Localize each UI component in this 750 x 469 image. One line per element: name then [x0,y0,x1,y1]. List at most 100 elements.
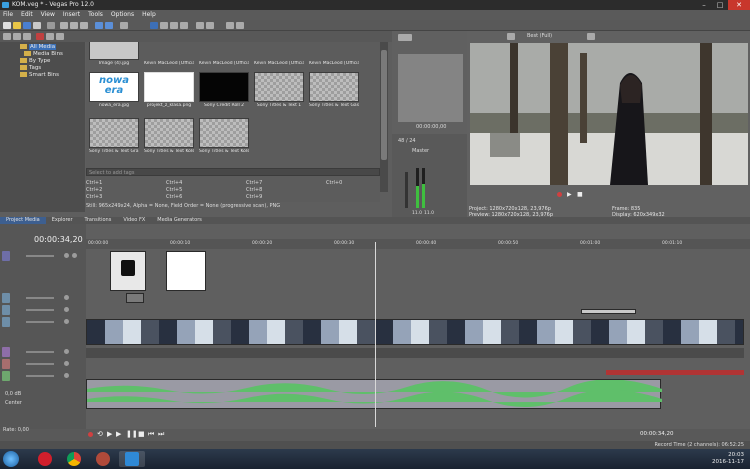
media-item[interactable]: Sony Credit Roll 2 [199,72,249,109]
open-icon[interactable] [13,22,21,29]
start-button[interactable] [3,451,19,467]
preview-fx-icon[interactable] [507,33,515,40]
media-item[interactable]: Sony Titles & Text Kolska [199,118,249,155]
tab-transitions[interactable]: Transitions [79,217,118,224]
trimmer-dropdown-icon[interactable] [398,34,412,41]
timeline-clip[interactable] [166,251,206,291]
render-icon[interactable] [47,22,55,29]
play-icon[interactable]: ▶ [567,192,572,198]
record-icon[interactable] [88,432,93,437]
undo-icon[interactable] [95,22,103,29]
tags-input[interactable]: Select to add tags [86,168,380,176]
menu-insert[interactable]: Insert [63,10,80,20]
taskbar-opera[interactable] [32,451,58,467]
audio-clip[interactable] [86,379,662,409]
media-item-selected[interactable]: projekt_z_klasa.png [144,72,194,109]
capture-icon[interactable] [13,33,21,40]
timeline-clip[interactable] [581,309,636,314]
save-icon[interactable] [23,22,31,29]
stop-icon[interactable]: ■ [138,430,145,438]
close-icon[interactable]: ✕ [728,0,750,10]
track-header-video-1[interactable] [2,250,85,262]
track-header-audio[interactable] [2,370,85,382]
cut-icon[interactable] [60,22,68,29]
media-item[interactable]: Sony Titles & Text Gra Miejska [89,118,139,155]
menu-view[interactable]: View [41,10,55,20]
tree-item-media-bins[interactable]: Media Bins [24,51,63,58]
go-to-end-icon[interactable]: ⏭ [158,430,164,439]
track-header-video-3[interactable] [2,304,85,316]
crossfade-icon[interactable] [236,22,244,29]
play-from-start-icon[interactable]: ▶ [107,430,112,438]
import-media-icon[interactable] [3,33,11,40]
ignore-grouping-icon[interactable] [226,22,234,29]
play-icon[interactable]: ▶ [116,430,121,438]
menu-help[interactable]: Help [142,10,156,20]
track-header-video-5[interactable] [2,346,85,358]
media-item[interactable]: Sony Titles & Text Gasi rady? [309,72,359,109]
menu-tools[interactable]: Tools [88,10,103,20]
media-scrollbar[interactable] [380,42,388,192]
stop-icon[interactable]: ■ [577,192,583,198]
track-header-video-4[interactable] [2,316,85,328]
tab-media-generators[interactable]: Media Generators [151,217,208,224]
preview-quality-dropdown[interactable]: Best (Full) [527,33,552,39]
tree-item-tags[interactable]: Tags [20,65,41,72]
tree-item-all-media[interactable]: All Media [20,44,57,51]
media-item[interactable]: Kevin MacLeod [Official] - Professor Uml… [199,42,249,67]
copy-icon[interactable] [70,22,78,29]
get-media-icon[interactable] [23,33,31,40]
envelope-tool-icon[interactable] [160,22,168,29]
tab-explorer[interactable]: Explorer [46,217,79,224]
normal-edit-tool-icon[interactable] [150,22,158,29]
snap-icon[interactable] [120,22,128,29]
record-icon[interactable] [557,192,562,197]
overlays-icon[interactable] [587,33,595,40]
media-item[interactable]: Sony Titles & Text 1 [254,72,304,109]
system-clock[interactable]: 20:03 2016-11-17 [712,452,744,466]
timeline-clip[interactable] [126,293,144,303]
views-icon[interactable] [56,33,64,40]
media-item[interactable]: Image (4).jpg [89,42,139,67]
transition-track[interactable] [86,348,744,358]
playhead[interactable] [375,242,376,427]
media-item[interactable]: Kevin MacLeod [Official] - Professor Uml… [144,42,194,67]
taskbar-vegas[interactable] [119,451,145,467]
track-header-video-2[interactable] [2,292,85,304]
media-item[interactable]: nowa era nowa_era.jpg [89,72,139,109]
remove-media-icon[interactable] [36,33,44,40]
taskbar-app[interactable] [90,451,116,467]
video-track-clip-strip[interactable] [86,319,744,345]
tree-item-by-type[interactable]: By Type [20,58,50,65]
paste-icon[interactable] [80,22,88,29]
tab-project-media[interactable]: Project Media [0,217,46,224]
track-header-video-6[interactable] [2,358,85,370]
media-item[interactable]: Kevin MacLeod [Official] - Kyrsa's Theme… [254,42,304,67]
minimize-icon[interactable]: – [696,0,712,10]
menu-file[interactable]: File [3,10,13,20]
go-to-start-icon[interactable]: ⏮ [148,430,154,439]
media-item[interactable]: Sony Titles & Text Kolska [144,118,194,155]
taskbar-chrome[interactable] [61,451,87,467]
loop-icon[interactable]: ⟲ [97,430,103,438]
media-fx-icon[interactable] [46,33,54,40]
timeline-ruler[interactable]: 00:00:00 00:00:10 00:00:20 00:00:30 00:0… [86,239,750,249]
autoripple-icon[interactable] [196,22,204,29]
tab-video-fx[interactable]: Video FX [117,217,151,224]
menu-options[interactable]: Options [111,10,134,20]
lock-envelopes-icon[interactable] [206,22,214,29]
media-item[interactable]: Kevin MacLeod [Official] - Kyrsa's Theme… [309,42,359,67]
selection-tool-icon[interactable] [170,22,178,29]
redo-icon[interactable] [105,22,113,29]
envelope-clip[interactable] [606,370,744,375]
zoom-tool-icon[interactable] [180,22,188,29]
menu-edit[interactable]: Edit [21,10,33,20]
master-fader[interactable] [405,172,408,208]
pause-icon[interactable]: ❚❚ [126,430,138,438]
timeline-clip[interactable] [110,251,146,291]
maximize-icon[interactable]: □ [712,0,728,10]
scrollbar-thumb[interactable] [381,50,387,160]
new-project-icon[interactable] [3,22,11,29]
tree-item-smart-bins[interactable]: Smart Bins [20,72,59,79]
properties-icon[interactable] [33,22,41,29]
